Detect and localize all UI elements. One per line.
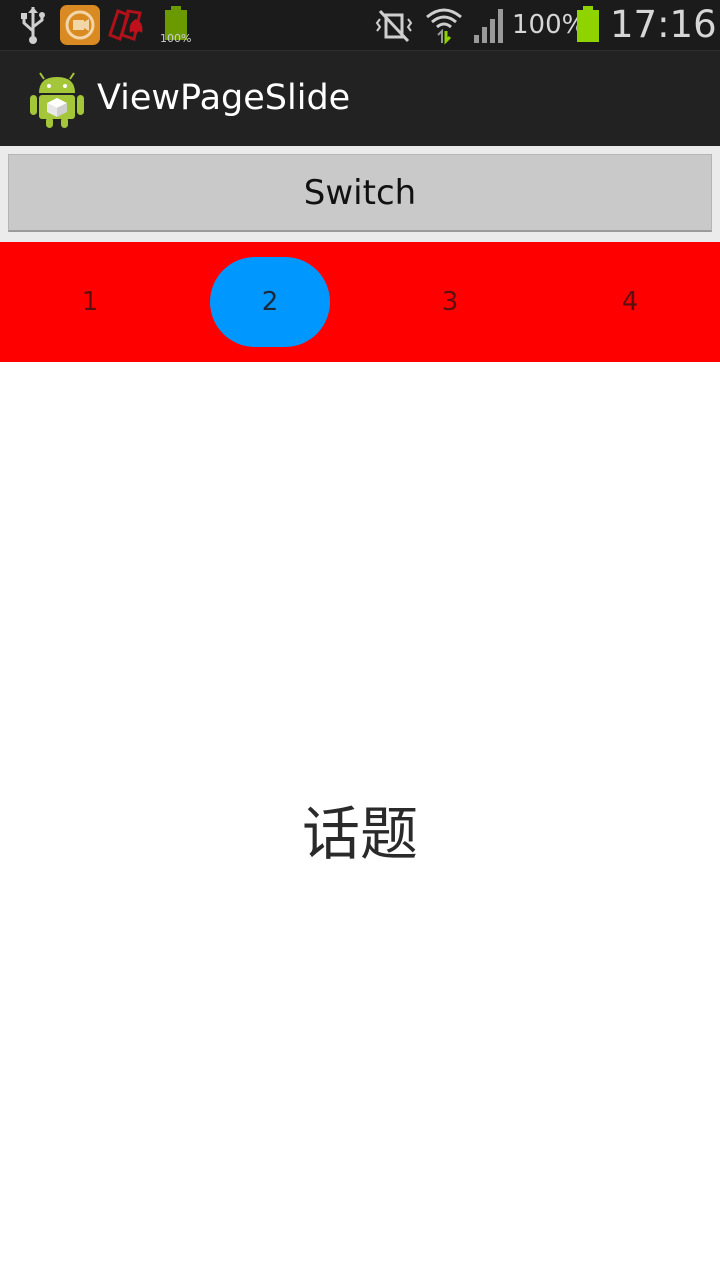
tab-3-label: 3 [441,287,459,317]
tab-strip: 1 2 3 4 [0,242,720,362]
app-notification-icon [60,5,100,45]
tab-2[interactable]: 2 [180,242,360,362]
tab-4-label: 4 [621,287,639,317]
battery-icon [577,6,599,42]
signal-icon [474,9,503,43]
switch-button[interactable]: Switch [8,154,712,232]
clock-text: 17:16 [610,3,717,46]
page-text: 话题 [301,800,418,868]
tab-3[interactable]: 3 [360,242,540,362]
tab-2-label-selected: 2 [210,257,330,347]
battery-small-label: 100% [160,32,192,45]
view-pager-page[interactable]: 话题 [0,362,720,1280]
status-bar: 100% 100% 17:16 [0,0,720,50]
tab-1-label: 1 [81,287,99,317]
wifi-icon [426,8,462,45]
android-app-icon [30,72,84,128]
action-bar: ViewPageSlide [0,50,720,146]
tab-4[interactable]: 4 [540,242,720,362]
cards-app-icon [108,9,143,41]
app-title: ViewPageSlide [97,78,351,118]
usb-icon [21,7,45,44]
tab-1[interactable]: 1 [0,242,180,362]
switch-button-container: Switch [0,146,720,242]
mute-vibrate-icon [375,9,413,43]
